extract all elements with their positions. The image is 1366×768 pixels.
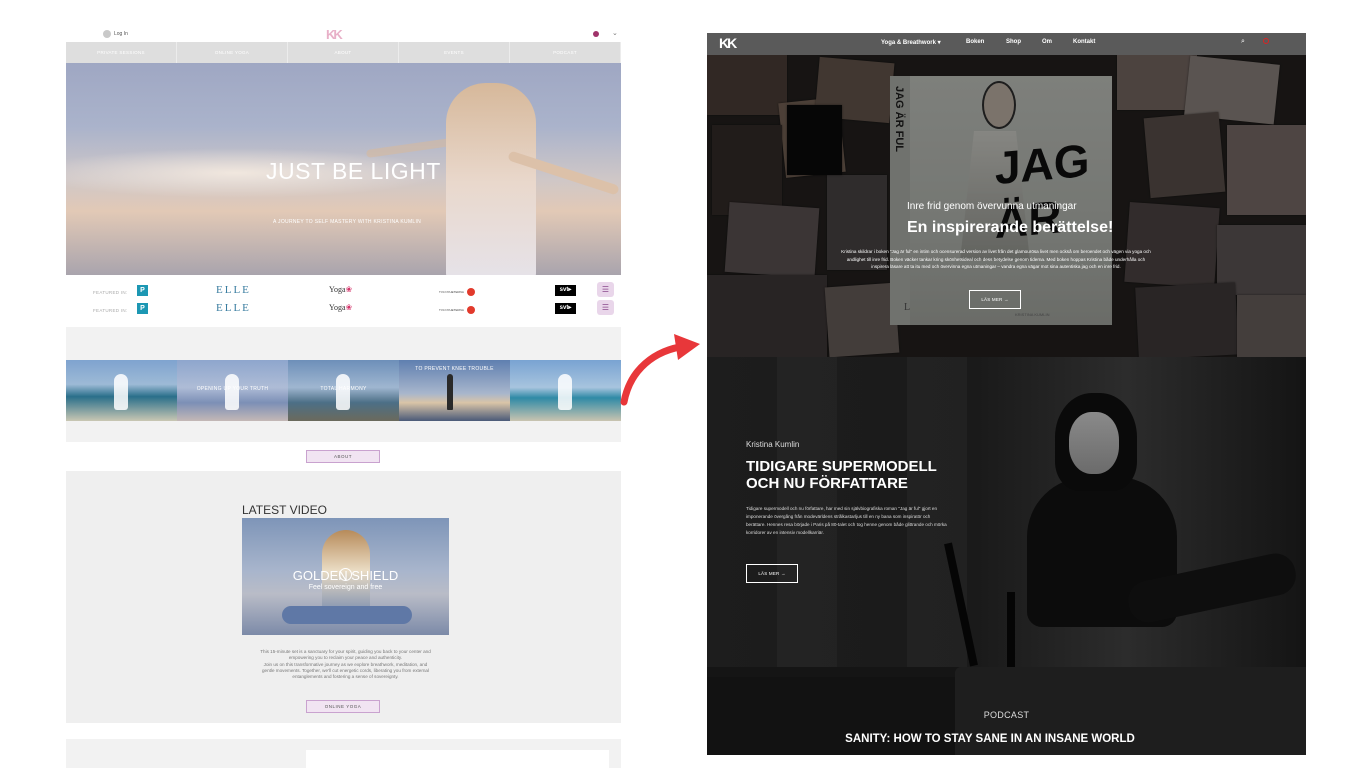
author-name: Kristina Kumlin <box>746 440 800 449</box>
tv4-logo-text: TV4 NYHETERNA <box>439 289 464 294</box>
chat-icon[interactable]: ☰ <box>597 282 614 297</box>
thumbnail-figure <box>336 374 350 410</box>
thumbnail-label: OPENING UP YOUR TRUTH <box>196 386 269 392</box>
description-line: Join us on this transformative journey a… <box>263 661 428 667</box>
video-legs <box>282 606 412 624</box>
main-nav: KK Yoga & Breathwork ▾ Boken Shop Om Kon… <box>707 33 1306 55</box>
bottom-card <box>306 750 609 768</box>
hero-banner: JUST BE LIGHT A JOURNEY TO SELF MASTERY … <box>66 63 621 275</box>
latest-video-title: LATEST VIDEO <box>242 503 327 517</box>
online-yoga-button[interactable]: ONLINE YOGA <box>306 700 380 713</box>
search-icon[interactable]: ⌕ <box>1241 38 1245 46</box>
nav-item-podcast[interactable]: PODCAST <box>510 42 621 63</box>
read-more-button[interactable]: LÄS MER → <box>969 290 1021 309</box>
nav-item-om[interactable]: Om <box>1042 39 1052 45</box>
tv4-icon <box>466 306 475 314</box>
lotus-icon: ❀ <box>345 303 353 312</box>
nav-item-kontakt[interactable]: Kontakt <box>1073 39 1095 45</box>
about-title-line: TIDIGARE SUPERMODELL <box>746 458 937 475</box>
language-flag-icon[interactable] <box>593 31 599 37</box>
old-website-screenshot: Log In KK ⌄ PRIVATE SESSIONS ONLINE YOGA… <box>66 27 621 768</box>
latest-video-description: This 15-minute set is a sanctuary for yo… <box>242 649 449 680</box>
press-logo-p: P <box>137 285 148 296</box>
about-button[interactable]: ABOUT <box>306 450 380 463</box>
press-logo-svt: svt▸ <box>555 285 576 296</box>
latest-video-section: LATEST VIDEO GOLDEN SHIELD Feel sovereig… <box>66 471 621 723</box>
class-thumbnail[interactable] <box>510 360 621 421</box>
nav-item-online-yoga[interactable]: ONLINE YOGA <box>177 42 288 63</box>
main-nav: PRIVATE SESSIONS ONLINE YOGA ABOUT EVENT… <box>66 42 621 63</box>
read-more-button[interactable]: LÄS MER → <box>746 564 798 583</box>
about-text: Tidigare supermodell och nu författare, … <box>746 506 947 535</box>
featured-row: FEATURED IN: P ELLE Yoga❀ TV4 NYHETERNA … <box>66 282 621 302</box>
nav-item-private-sessions[interactable]: PRIVATE SESSIONS <box>66 42 177 63</box>
lotus-icon: ❀ <box>345 285 353 294</box>
class-thumbnail[interactable]: OPENING UP YOUR TRUTH <box>177 360 288 421</box>
class-thumbnail[interactable] <box>66 360 177 421</box>
bottom-section <box>66 739 621 768</box>
class-thumbnail[interactable]: TO PREVENT KNEE TROUBLE <box>399 360 510 421</box>
nav-item-boken[interactable]: Boken <box>966 39 984 45</box>
yoga-logo-text: Yoga <box>329 303 346 312</box>
press-logo-elle: ELLE <box>216 284 251 296</box>
press-logo-p: P <box>137 303 148 314</box>
tv4-icon <box>466 288 475 296</box>
chat-icon[interactable]: ☰ <box>597 300 614 315</box>
hero-subtitle: Inre frid genom övervunna utmaningar <box>907 201 1077 212</box>
play-icon[interactable] <box>339 568 352 581</box>
about-title: TIDIGARE SUPERMODELL OCH NU FÖRFATTARE <box>746 458 966 492</box>
yoga-logo-text: Yoga <box>329 285 346 294</box>
thumbnail-figure <box>447 374 453 410</box>
portrait-face <box>1069 412 1119 474</box>
login-label: Log In <box>114 31 128 37</box>
nav-item-shop[interactable]: Shop <box>1006 39 1021 45</box>
press-logo-tv4: TV4 NYHETERNA <box>439 306 475 314</box>
hero-text: Kristina skildrar i boken "Jag är ful" e… <box>841 249 1151 269</box>
chair-leg <box>1007 592 1015 667</box>
top-bar: Log In KK ⌄ <box>66 27 621 42</box>
description-line: entanglements and fostering a sense of s… <box>292 674 399 680</box>
podcast-title[interactable]: SANITY: HOW TO STAY SANE IN AN INSANE WO… <box>707 733 1273 745</box>
hero-subtitle: A JOURNEY TO SELF MASTERY WITH KRISTINA … <box>273 219 422 225</box>
user-icon[interactable] <box>1263 38 1269 44</box>
hero-woman-figure <box>446 83 536 275</box>
featured-row: FEATURED IN: P ELLE Yoga❀ TV4 NYHETERNA … <box>66 300 621 320</box>
video-subtitle: Feel sovereign and free <box>308 584 383 591</box>
press-logo-svt: svt▸ <box>555 303 576 314</box>
tv4-logo-text: TV4 NYHETERNA <box>439 307 464 312</box>
class-thumbnails: OPENING UP YOUR TRUTH TOTAL HARMONY TO P… <box>66 360 621 421</box>
press-logo-elle: ELLE <box>216 302 251 314</box>
hero-title: JUST BE LIGHT <box>266 158 441 184</box>
thumbnail-label: TOTAL HARMONY <box>320 386 367 392</box>
thumbnail-figure <box>114 374 128 410</box>
podcast-label: PODCAST <box>983 710 1030 720</box>
thumbnail-figure <box>225 374 239 410</box>
nav-item-about[interactable]: ABOUT <box>288 42 399 63</box>
press-logo-yoga: Yoga❀ <box>329 285 352 294</box>
nav-item-events[interactable]: EVENTS <box>399 42 510 63</box>
thumbnail-figure <box>558 374 572 410</box>
featured-label: FEATURED IN: <box>93 290 128 295</box>
new-website-screenshot: KK Yoga & Breathwork ▾ Boken Shop Om Kon… <box>707 33 1306 755</box>
chevron-down-icon[interactable]: ⌄ <box>612 29 618 37</box>
nav-item-yoga-breathwork[interactable]: Yoga & Breathwork ▾ <box>881 39 941 46</box>
hero-title: En inspirerande berättelse! <box>907 219 1114 236</box>
book-author: KRISTINA KUMLIN <box>1015 312 1050 317</box>
avatar-icon <box>103 30 111 38</box>
site-logo[interactable]: KK <box>719 35 737 51</box>
press-logo-tv4: TV4 NYHETERNA <box>439 288 475 296</box>
thumbnail-label: TO PREVENT KNEE TROUBLE <box>415 366 494 372</box>
login-link[interactable]: Log In <box>103 30 128 38</box>
featured-label: FEATURED IN: <box>93 308 128 313</box>
book-l-mark: L <box>904 302 911 313</box>
redesign-arrow-icon <box>620 334 700 406</box>
class-thumbnail[interactable]: TOTAL HARMONY <box>288 360 399 421</box>
press-logo-yoga: Yoga❀ <box>329 303 352 312</box>
video-thumbnail[interactable]: GOLDEN SHIELD Feel sovereign and free <box>242 518 449 635</box>
site-logo[interactable]: KK <box>326 27 343 42</box>
about-title-line: OCH NU FÖRFATTARE <box>746 475 908 492</box>
